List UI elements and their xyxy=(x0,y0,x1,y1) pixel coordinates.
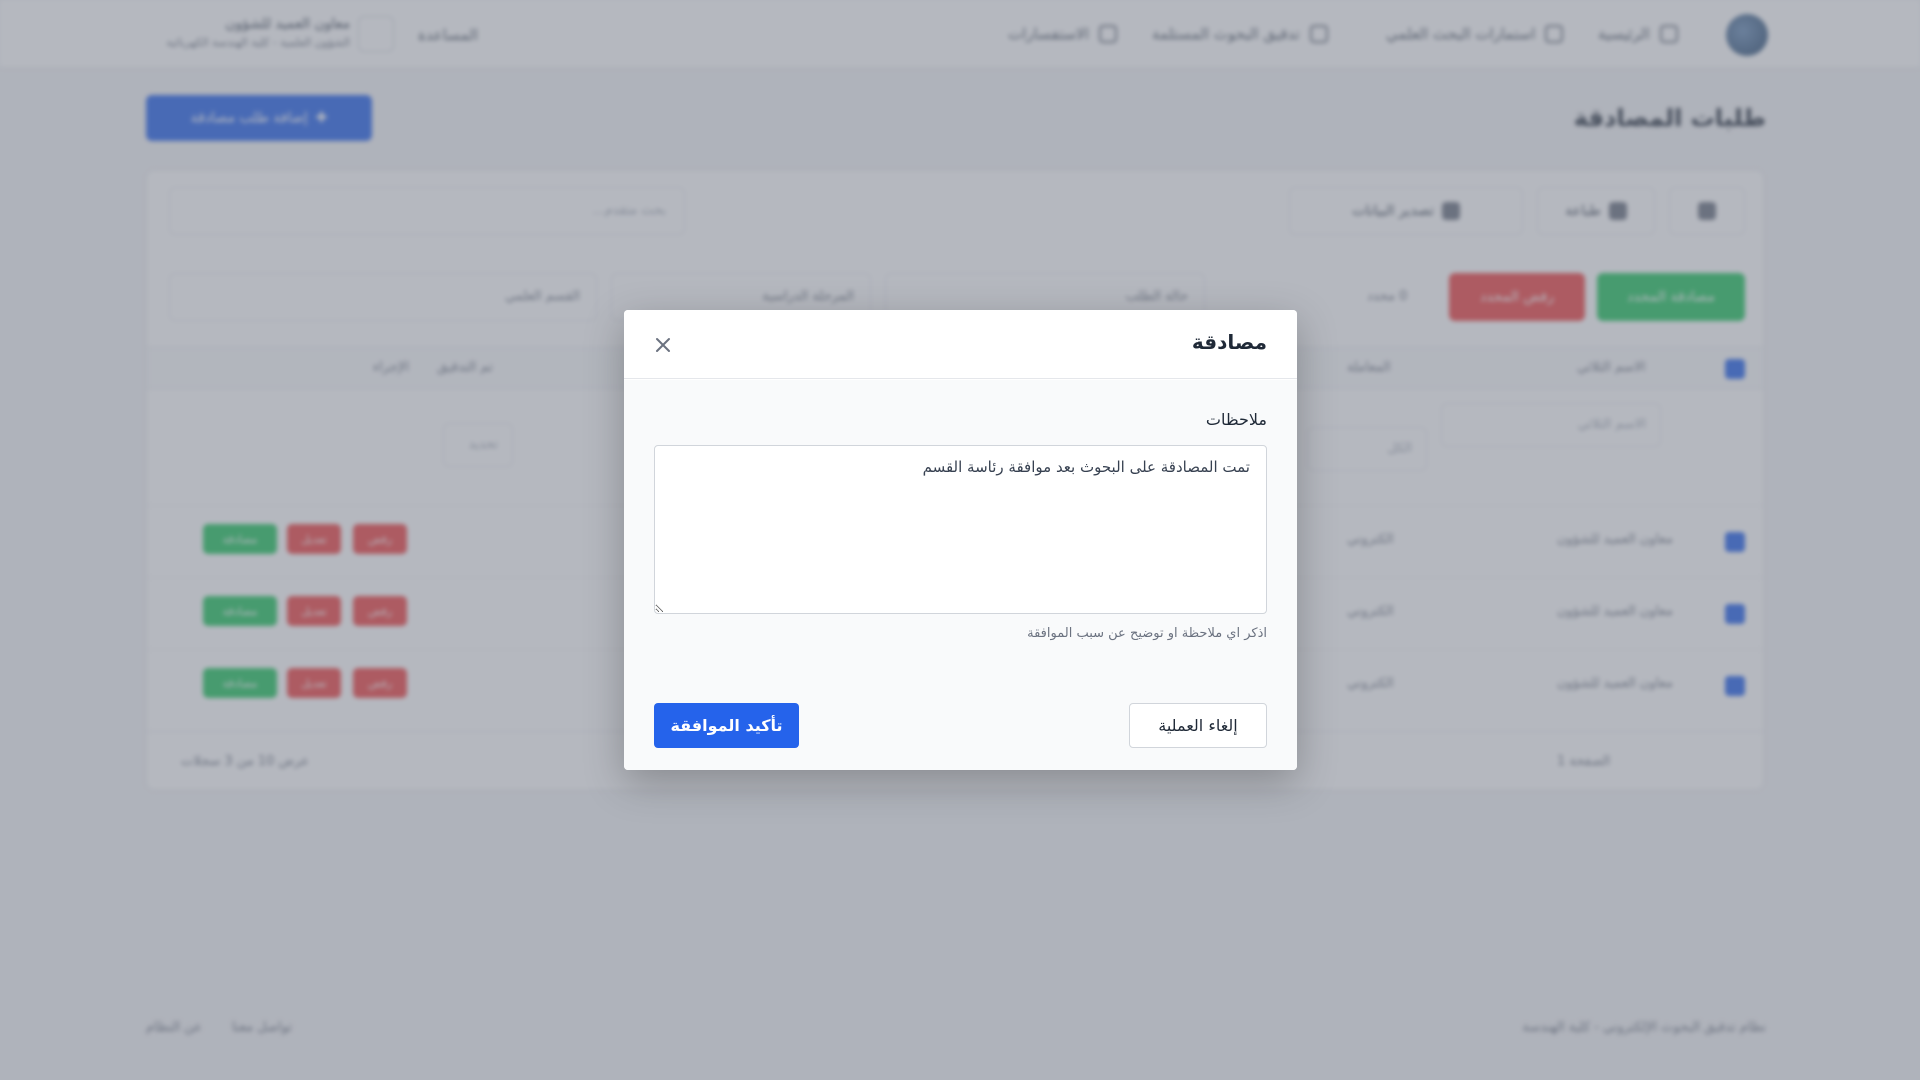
cancel-button[interactable]: إلغاء العملية xyxy=(1129,703,1267,748)
notes-helper-text: اذكر اي ملاحظة او توضيح عن سبب الموافقة xyxy=(1027,626,1267,641)
modal-title: مصادقة xyxy=(1191,330,1267,354)
approval-modal: مصادقة ملاحظات تمت المصادقة على البحوث ب… xyxy=(624,310,1297,770)
notes-textarea[interactable]: تمت المصادقة على البحوث بعد موافقة رئاسة… xyxy=(654,445,1267,614)
close-icon[interactable] xyxy=(648,330,678,360)
modal-body: ملاحظات تمت المصادقة على البحوث بعد مواف… xyxy=(624,380,1297,770)
confirm-approval-button[interactable]: تأكيد الموافقة xyxy=(654,703,799,748)
notes-label: ملاحظات xyxy=(1205,410,1267,429)
modal-header: مصادقة xyxy=(624,310,1297,379)
